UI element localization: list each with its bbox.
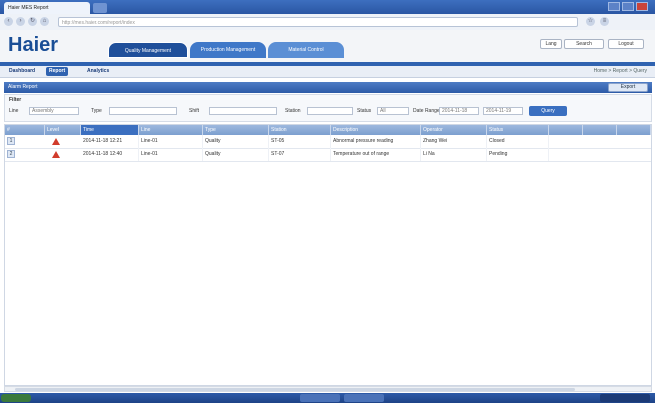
address-bar-row: ‹ › ↻ ⌂ http://mes.haier.com/report/inde…	[0, 14, 655, 31]
taskbar-item[interactable]	[344, 394, 384, 402]
subnav-analytics[interactable]: Analytics	[84, 67, 112, 76]
export-button[interactable]: Export	[608, 83, 648, 92]
date-range-label: Date Range	[413, 108, 440, 114]
new-tab-button[interactable]	[93, 3, 107, 13]
cell-line: Line-01	[139, 135, 203, 148]
cell-operator: Zhang Wei	[421, 135, 487, 148]
browser-titlebar: Haier MES Report	[0, 0, 655, 14]
address-bar[interactable]: http://mes.haier.com/report/index	[58, 17, 578, 27]
tab-material[interactable]: Material Control	[268, 42, 344, 58]
column-header[interactable]: Time	[81, 125, 139, 135]
cell-type: Quality	[203, 135, 269, 148]
shift-label: Shift	[189, 108, 200, 114]
status-select[interactable]: All	[377, 107, 409, 115]
column-header[interactable]: Level	[45, 125, 81, 135]
column-header[interactable]: Description	[331, 125, 421, 135]
tab-quality[interactable]: Quality Management	[108, 42, 188, 58]
system-tray	[600, 394, 650, 402]
cell-status: Pending	[487, 148, 549, 161]
line-label: Line	[9, 108, 19, 114]
cell-operator: Li Na	[421, 148, 487, 161]
language-button[interactable]: Lang	[540, 39, 562, 49]
sub-navigation: Dashboard Report Analytics Home > Report…	[0, 66, 655, 78]
column-header[interactable]: Status	[487, 125, 549, 135]
filter-section-label: Filter	[9, 97, 22, 103]
cell-status: Closed	[487, 135, 549, 148]
column-header[interactable]	[617, 125, 651, 135]
column-header[interactable]	[549, 125, 583, 135]
app-header: Haier Quality Management Production Mana…	[0, 30, 655, 62]
cell-line: Line-01	[139, 148, 203, 161]
subnav-report[interactable]: Report	[46, 67, 69, 76]
header-search-input[interactable]: Search	[564, 39, 604, 49]
browser-tab-title: Haier MES Report	[8, 5, 49, 11]
row-number: 2	[7, 150, 15, 158]
status-label: Status	[357, 108, 372, 114]
logo: Haier	[8, 34, 59, 56]
column-header[interactable]: #	[5, 125, 45, 135]
cell-time: 2014-11-18 12:40	[81, 148, 139, 161]
type-label: Type	[91, 108, 102, 114]
shift-input[interactable]	[209, 107, 277, 115]
cell-description: Temperature out of range	[331, 148, 421, 161]
taskbar-item[interactable]	[300, 394, 340, 402]
alarm-icon	[52, 138, 60, 145]
taskbar	[0, 393, 655, 403]
query-button[interactable]: Query	[529, 106, 567, 116]
browser-tab[interactable]: Haier MES Report	[4, 2, 90, 14]
table-row[interactable]: 2 2014-11-18 12:40 Line-01 Quality ST-07…	[5, 148, 651, 162]
home-icon[interactable]: ⌂	[40, 17, 49, 26]
close-icon[interactable]	[636, 2, 648, 11]
cell-station: ST-07	[269, 148, 331, 161]
forward-icon[interactable]: ›	[16, 17, 25, 26]
breadcrumb: Home > Report > Query	[593, 68, 647, 74]
cell-time: 2014-11-18 12:21	[81, 135, 139, 148]
column-header[interactable]	[583, 125, 617, 135]
cell-station: ST-05	[269, 135, 331, 148]
type-input[interactable]	[109, 107, 177, 115]
date-from-input[interactable]: 2014-11-18	[439, 107, 479, 115]
column-header[interactable]: Type	[203, 125, 269, 135]
panel-header: Alarm Report Export	[4, 82, 652, 93]
table-header: # Level Time Line Type Station Descripti…	[5, 125, 651, 135]
alarm-icon	[52, 151, 60, 158]
tab-production[interactable]: Production Management	[190, 42, 266, 58]
menu-icon[interactable]: ≡	[600, 17, 609, 26]
back-icon[interactable]: ‹	[4, 17, 13, 26]
refresh-icon[interactable]: ↻	[28, 17, 37, 26]
line-select[interactable]: Assembly	[29, 107, 79, 115]
minimize-icon[interactable]	[608, 2, 620, 11]
panel-title: Alarm Report	[8, 84, 38, 90]
maximize-icon[interactable]	[622, 2, 634, 11]
table-row[interactable]: 1 2014-11-18 12:21 Line-01 Quality ST-05…	[5, 135, 651, 149]
cell-description: Abnormal pressure reading	[331, 135, 421, 148]
start-button[interactable]	[1, 394, 31, 402]
cell-type: Quality	[203, 148, 269, 161]
filter-form: Filter Line Assembly Type Shift Station …	[4, 94, 652, 122]
column-header[interactable]: Station	[269, 125, 331, 135]
station-label: Station	[285, 108, 301, 114]
date-to-input[interactable]: 2014-11-19	[483, 107, 523, 115]
row-number: 1	[7, 137, 15, 145]
logout-button[interactable]: Logout	[608, 39, 644, 49]
subnav-dashboard[interactable]: Dashboard	[6, 67, 38, 76]
scrollbar-thumb[interactable]	[15, 388, 575, 391]
horizontal-scrollbar[interactable]	[4, 386, 652, 392]
star-icon[interactable]: ☆	[586, 17, 595, 26]
column-header[interactable]: Operator	[421, 125, 487, 135]
column-header[interactable]: Line	[139, 125, 203, 135]
station-select[interactable]	[307, 107, 353, 115]
results-table: # Level Time Line Type Station Descripti…	[4, 124, 652, 386]
